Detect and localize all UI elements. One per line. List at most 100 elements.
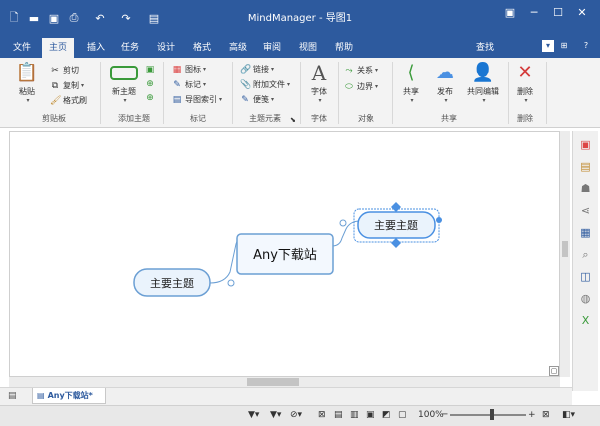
main-topic-left-label: 主要主题 (150, 277, 194, 290)
tab-insert[interactable]: 插入 (82, 38, 110, 58)
filter-icon[interactable]: ▼▾ (248, 410, 259, 420)
link-button[interactable]: 🔗 链接 ▾ (240, 63, 274, 76)
icon-marker-button[interactable]: ▦ 图标 ▾ (172, 63, 206, 76)
tab-task[interactable]: 任务 (116, 38, 144, 58)
font-button[interactable]: A 字体 ▾ (302, 62, 336, 104)
co-edit-button[interactable]: 👤 共同编辑 ▾ (462, 62, 504, 104)
group-label-topic-elements: 主题元素 (249, 114, 281, 123)
zoom-slider-knob[interactable] (490, 409, 494, 420)
format-painter-button[interactable]: 🖌 格式刷 (50, 94, 87, 107)
zoom-slider[interactable] (450, 414, 526, 416)
tab-home[interactable]: 主页 (42, 38, 74, 58)
paperclip-icon: 📎 (240, 79, 252, 90)
zoom-in-icon[interactable]: + (528, 410, 536, 420)
selection-handle-bottom[interactable] (391, 238, 401, 248)
main-topic-left[interactable]: 主要主题 (133, 268, 211, 297)
copy-button[interactable]: ⧉ 复制 ▾ (50, 79, 84, 92)
add-after-icon[interactable]: ⊕ (145, 91, 158, 104)
share-button[interactable]: ⟨ 共享 ▾ (394, 62, 428, 104)
map-index-button[interactable]: ▤ 导图索引 ▾ (172, 93, 222, 106)
clipboard-icon: 📋 (15, 62, 39, 83)
marker-pane-icon[interactable]: ▣ (578, 137, 593, 152)
zoom-level: 100% (418, 410, 444, 420)
document-tab[interactable]: ▤ Any下载站* (32, 388, 106, 404)
main-topic-right[interactable]: 主要主题 (353, 202, 442, 248)
tab-design[interactable]: 设计 (152, 38, 180, 58)
minimize-icon[interactable]: ─ (522, 6, 546, 22)
view-dashboard-icon[interactable]: ◩ (382, 410, 391, 420)
ribbon-display-icon[interactable]: ▣ (498, 6, 522, 22)
filter-options-icon[interactable]: ▼▾ (270, 410, 281, 420)
delete-x-icon: ✕ (517, 62, 533, 83)
publish-button[interactable]: ☁ 发布 ▾ (428, 62, 462, 104)
boundary-button[interactable]: ⬭ 边界 ▾ (344, 80, 378, 93)
person-pane-icon[interactable]: ☗ (578, 181, 593, 196)
tab-help[interactable]: 帮助 (330, 38, 358, 58)
main-topic-right-label: 主要主题 (374, 219, 418, 232)
search-label[interactable]: 查找 (476, 40, 494, 53)
panel-toggle-icon[interactable]: ◧▾ (562, 410, 575, 420)
note-icon: ✎ (241, 94, 249, 105)
tag-marker-button[interactable]: ✎ 标记 ▾ (172, 78, 206, 91)
maximize-icon[interactable]: ☐ (546, 6, 570, 22)
close-icon[interactable]: ✕ (570, 6, 594, 22)
tab-view[interactable]: 视图 (294, 38, 322, 58)
icon-marker-icon: ▦ (172, 64, 182, 75)
layout-icon[interactable]: ⊞ (558, 40, 570, 52)
cut-button[interactable]: ✂ 剪切 (50, 64, 79, 77)
paste-button[interactable]: 📋 粘贴 ▾ (8, 62, 46, 104)
view-map-icon[interactable]: ⊠ (318, 410, 326, 420)
tab-file[interactable]: 文件 (8, 38, 36, 58)
relationship-button[interactable]: ⤳ 关系 ▾ (344, 64, 378, 77)
central-topic-label: Any下载站 (253, 248, 317, 263)
dialog-launcher-icon[interactable]: ⬊ (290, 113, 296, 126)
co-edit-icon: 👤 (471, 62, 495, 83)
title-bar: 🗋 ▬ ▣ ⎙ ↶ ↷ ▤ MindManager - 导图1 ▣ ─ ☐ ✕ (0, 0, 600, 36)
map-canvas[interactable]: 主要主题 Any下载站 主要主题 (9, 131, 560, 377)
vertical-scrollbar[interactable] (560, 131, 570, 377)
small-dropdown-icon[interactable]: ▾ (542, 40, 554, 52)
zoom-out-icon[interactable]: ─ (442, 410, 447, 420)
fit-map-icon[interactable]: ▢ (549, 366, 559, 376)
browser-icon[interactable]: ◍ (578, 291, 593, 306)
horizontal-scroll-thumb[interactable] (247, 378, 299, 386)
tab-review[interactable]: 审阅 (258, 38, 286, 58)
ribbon-tab-bar: 文件 主页 插入 任务 设计 格式 高级 审阅 视图 帮助 (0, 36, 600, 58)
fit-page-icon[interactable]: ⊠ (542, 410, 550, 420)
view-focus-icon[interactable]: ▢ (398, 410, 407, 420)
selection-handle-right[interactable] (436, 217, 442, 223)
view-slides-icon[interactable]: ▣ (366, 410, 375, 420)
map-parts-icon[interactable]: ⋖ (578, 203, 593, 218)
level-icon[interactable]: ⊘▾ (290, 410, 302, 420)
help-icon[interactable]: ? (580, 40, 592, 52)
selection-handle-top[interactable] (391, 202, 401, 212)
font-icon: A (311, 61, 327, 85)
tab-advanced[interactable]: 高级 (224, 38, 252, 58)
note-button[interactable]: ✎ 便笺 ▾ (240, 93, 274, 106)
tab-format[interactable]: 格式 (188, 38, 216, 58)
mind-map: 主要主题 Any下载站 主要主题 (133, 202, 442, 297)
group-label-delete: 删除 (517, 114, 533, 123)
vertical-scroll-thumb[interactable] (562, 241, 568, 257)
brush-icon: 🖌 (50, 95, 62, 106)
search-icon[interactable]: ⌕ (578, 247, 593, 262)
subtopic-icon[interactable]: ▣ (145, 63, 158, 76)
horizontal-scrollbar[interactable] (9, 377, 560, 387)
view-outline-icon[interactable]: ▤ (334, 410, 343, 420)
delete-button[interactable]: ✕ 删除 ▾ (508, 62, 542, 104)
tab-list-icon[interactable]: ▤ (8, 391, 17, 401)
group-label-font: 字体 (311, 114, 327, 123)
group-label-share: 共享 (441, 114, 457, 123)
overview-icon[interactable]: ◫ (578, 269, 593, 284)
central-topic[interactable]: Any下载站 (236, 233, 334, 275)
new-topic-button[interactable]: 新主题 ▾ (104, 62, 144, 104)
excel-icon[interactable]: X (578, 313, 593, 328)
attach-file-button[interactable]: 📎 附加文件 ▾ (240, 78, 290, 91)
group-label-markers: 标记 (190, 114, 206, 123)
group-label-clipboard: 剪贴板 (42, 114, 66, 123)
view-gantt-icon[interactable]: ▥ (350, 410, 359, 420)
map-index-icon: ▤ (172, 94, 182, 105)
add-before-icon[interactable]: ⊕ (145, 77, 158, 90)
task-pane-icon[interactable]: ▤ (578, 159, 593, 174)
library-icon[interactable]: ▦ (578, 225, 593, 240)
